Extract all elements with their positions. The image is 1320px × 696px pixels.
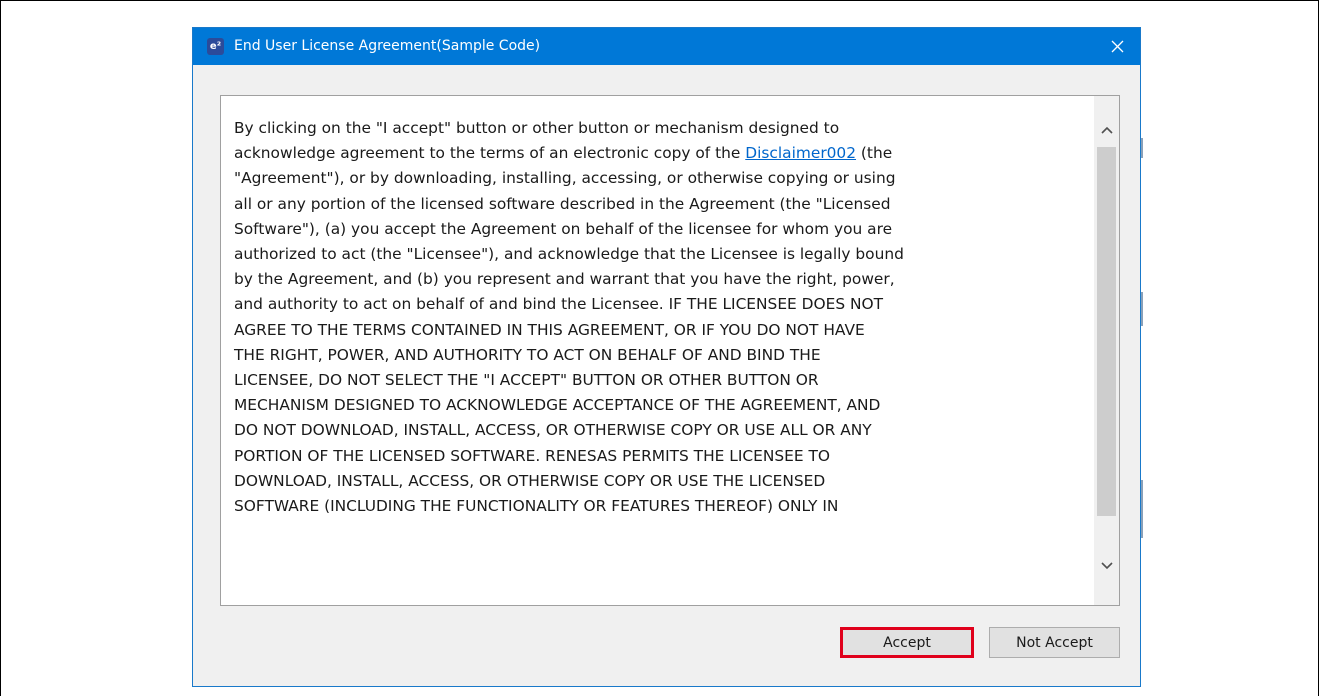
license-dialog: e² End User License Agreement(Sample Cod… <box>192 27 1141 687</box>
license-line: and authority to act on behalf of and bi… <box>234 295 884 314</box>
license-line: LICENSEE, DO NOT SELECT THE "I ACCEPT" B… <box>234 371 819 390</box>
background-window-edge <box>1141 480 1143 538</box>
accept-button[interactable]: Accept <box>840 627 974 658</box>
close-button[interactable] <box>1094 28 1140 65</box>
background-window-edge <box>1141 292 1143 326</box>
dialog-title: End User License Agreement(Sample Code) <box>234 38 541 54</box>
chevron-down-icon <box>1100 562 1113 570</box>
dialog-titlebar[interactable]: e² End User License Agreement(Sample Cod… <box>193 28 1140 65</box>
license-line: by the Agreement, and (b) you represent … <box>234 270 895 289</box>
license-line: DO NOT DOWNLOAD, INSTALL, ACCESS, OR OTH… <box>234 421 872 440</box>
license-line: By clicking on the "I accept" button or … <box>234 119 840 137</box>
license-line: DOWNLOAD, INSTALL, ACCESS, OR OTHERWISE … <box>234 471 826 490</box>
disclaimer-link[interactable]: Disclaimer002 <box>745 144 856 162</box>
scroll-down-button[interactable] <box>1094 554 1119 578</box>
license-line: Software"), (a) you accept the Agreement… <box>234 219 893 238</box>
background-window-edge <box>1141 138 1143 158</box>
license-line: PORTION OF THE LICENSED SOFTWARE. RENESA… <box>234 446 830 465</box>
license-text-area[interactable]: By clicking on the "I accept" button or … <box>220 95 1120 606</box>
not-accept-button[interactable]: Not Accept <box>989 627 1120 658</box>
license-line: acknowledge agreement to the terms of an… <box>234 141 1076 166</box>
license-line-text: (the <box>856 144 893 163</box>
scroll-up-button[interactable] <box>1094 118 1119 142</box>
license-line: MECHANISM DESIGNED TO ACKNOWLEDGE ACCEPT… <box>234 396 881 415</box>
license-line: "Agreement"), or by downloading, install… <box>234 169 896 188</box>
vertical-scrollbar[interactable] <box>1094 96 1119 605</box>
scroll-thumb[interactable] <box>1097 147 1116 516</box>
chevron-up-icon <box>1100 126 1113 134</box>
license-line: all or any portion of the licensed softw… <box>234 194 891 213</box>
license-line: authorized to act (the "Licensee"), and … <box>234 245 904 264</box>
license-line: AGREE TO THE TERMS CONTAINED IN THIS AGR… <box>234 320 865 339</box>
license-line: THE RIGHT, POWER, AND AUTHORITY TO ACT O… <box>234 345 821 364</box>
e2-studio-icon: e² <box>207 38 224 55</box>
close-icon <box>1111 40 1123 53</box>
license-line-text: acknowledge agreement to the terms of an… <box>234 144 746 163</box>
license-text: By clicking on the "I accept" button or … <box>234 116 1076 519</box>
license-line: SOFTWARE (INCLUDING THE FUNCTIONALITY OR… <box>234 497 839 516</box>
